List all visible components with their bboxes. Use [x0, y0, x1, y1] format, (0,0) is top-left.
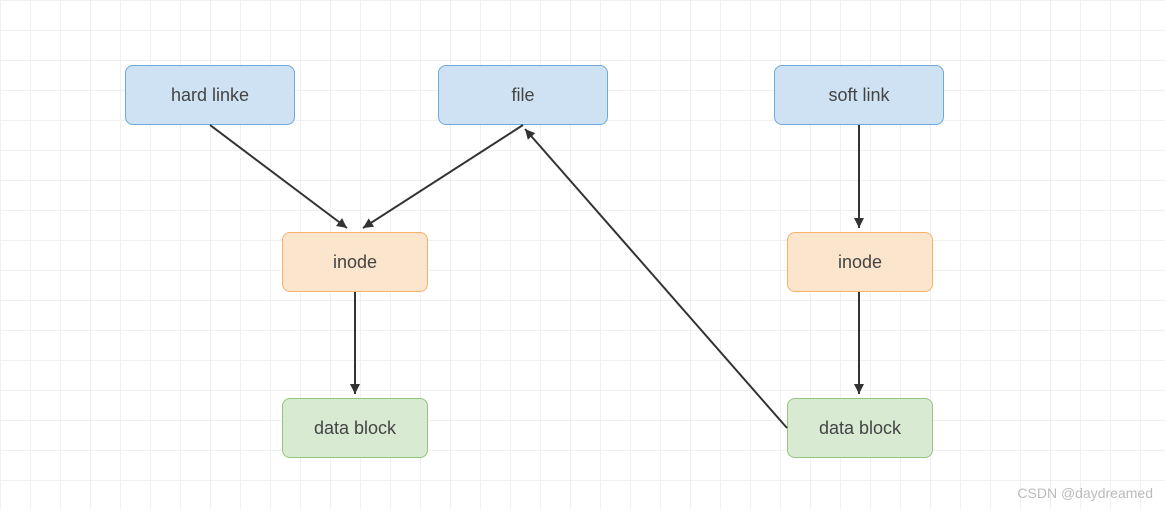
arrow — [525, 129, 787, 428]
node-inode-right: inode — [787, 232, 933, 292]
arrow — [363, 125, 523, 228]
node-datablock-right: data block — [787, 398, 933, 458]
node-soft-link: soft link — [774, 65, 944, 125]
node-file: file — [438, 65, 608, 125]
node-inode-left: inode — [282, 232, 428, 292]
arrow — [210, 125, 347, 228]
node-datablock-left: data block — [282, 398, 428, 458]
watermark: CSDN @daydreamed — [1017, 485, 1153, 501]
node-hard-link: hard linke — [125, 65, 295, 125]
